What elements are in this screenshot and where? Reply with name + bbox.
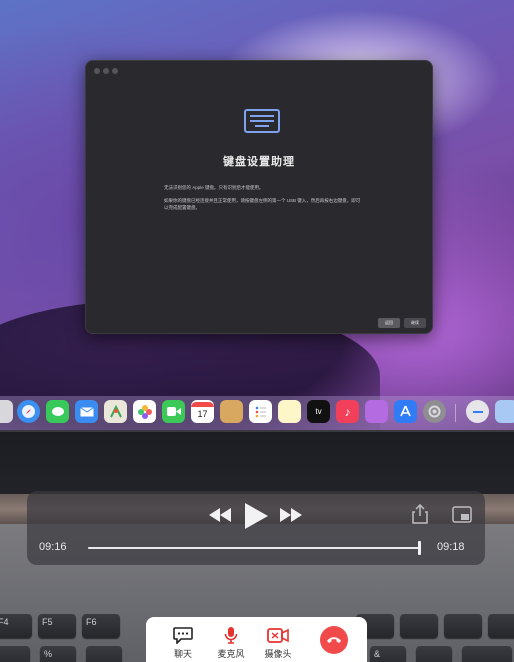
key-caret bbox=[86, 646, 122, 662]
key-tilde bbox=[0, 646, 30, 662]
mail-icon[interactable] bbox=[75, 400, 98, 423]
key-ampersand: & bbox=[370, 646, 406, 662]
facetime-icon[interactable] bbox=[162, 400, 185, 423]
podcasts-icon[interactable] bbox=[365, 400, 388, 423]
hang-up-icon bbox=[327, 637, 341, 643]
setup-paragraph-2: 如果你的键盘已经连接并且正常使用，请按键盘左侧的第一个 USB 键入，然后再按右… bbox=[164, 198, 361, 210]
keyboard-setup-window: 键盘设置助理 无法识别您的 Apple 键盘。只有识别后才能使用。 如果你的键盘… bbox=[85, 60, 433, 334]
chat-label: 聊天 bbox=[173, 649, 192, 659]
key-f8 bbox=[400, 614, 438, 638]
call-control-bar: 聊天 麦克风 摄像头 bbox=[146, 617, 367, 662]
microphone-label: 麦克风 bbox=[217, 649, 245, 659]
camera-label: 摄像头 bbox=[264, 649, 292, 659]
microphone-button[interactable]: 麦克风 bbox=[213, 617, 249, 662]
trash-icon[interactable] bbox=[495, 400, 514, 423]
current-time: 09:16 bbox=[39, 541, 67, 553]
back-button[interactable]: 返回 bbox=[378, 318, 400, 328]
minus-app-icon[interactable] bbox=[466, 400, 489, 423]
camera-button[interactable]: 摄像头 bbox=[260, 617, 296, 662]
chat-icon bbox=[173, 627, 193, 644]
close-dot[interactable] bbox=[94, 68, 100, 74]
keyboard-icon bbox=[244, 109, 280, 133]
reminders-icon[interactable] bbox=[249, 400, 272, 423]
calendar-day: 17 bbox=[197, 409, 208, 419]
key-paren bbox=[462, 646, 512, 662]
share-icon[interactable] bbox=[412, 504, 428, 524]
rewind-icon[interactable] bbox=[209, 508, 231, 522]
key-f4: F4 bbox=[0, 614, 32, 638]
safari-icon[interactable] bbox=[17, 400, 40, 423]
messages-icon[interactable] bbox=[46, 400, 69, 423]
total-time: 09:18 bbox=[437, 541, 465, 553]
video-player-controls: 09:16 09:18 bbox=[27, 491, 485, 565]
photos-icon[interactable] bbox=[133, 400, 156, 423]
key-f5: F5 bbox=[38, 614, 76, 638]
continue-button[interactable]: 继续 bbox=[404, 318, 426, 328]
hang-up-button[interactable] bbox=[320, 626, 348, 654]
setup-title: 键盘设置助理 bbox=[223, 156, 295, 168]
progress-fill bbox=[88, 547, 420, 549]
appletv-label: tv bbox=[315, 407, 322, 416]
microphone-icon bbox=[224, 627, 238, 644]
zoom-dot[interactable] bbox=[112, 68, 118, 74]
finder-icon[interactable] bbox=[0, 400, 13, 423]
dock-separator bbox=[455, 404, 456, 422]
key-f10 bbox=[488, 614, 514, 638]
key-f6: F6 bbox=[82, 614, 120, 638]
camera-icon bbox=[267, 628, 289, 643]
progress-bar[interactable] bbox=[88, 541, 422, 555]
maps-icon[interactable] bbox=[104, 400, 127, 423]
minimize-dot[interactable] bbox=[103, 68, 109, 74]
key-star bbox=[416, 646, 452, 662]
settings-icon[interactable] bbox=[423, 400, 446, 423]
calendar-icon[interactable]: 17 bbox=[191, 400, 214, 423]
chat-button[interactable]: 聊天 bbox=[166, 617, 200, 662]
appletv-icon[interactable]: tv bbox=[307, 400, 330, 423]
fast-forward-icon[interactable] bbox=[280, 508, 302, 522]
picture-in-picture-icon[interactable] bbox=[452, 506, 472, 523]
setup-paragraph-1: 无法识别您的 Apple 键盘。只有识别后才能使用。 bbox=[164, 185, 264, 190]
appstore-icon[interactable] bbox=[394, 400, 417, 423]
key-f9 bbox=[444, 614, 482, 638]
laptop-bezel bbox=[0, 432, 514, 494]
play-icon[interactable] bbox=[243, 502, 269, 530]
progress-knob[interactable] bbox=[418, 541, 422, 555]
key-percent: % bbox=[40, 646, 76, 662]
music-icon[interactable]: ♪ bbox=[336, 400, 359, 423]
notes-icon[interactable] bbox=[278, 400, 301, 423]
contacts-icon[interactable] bbox=[220, 400, 243, 423]
